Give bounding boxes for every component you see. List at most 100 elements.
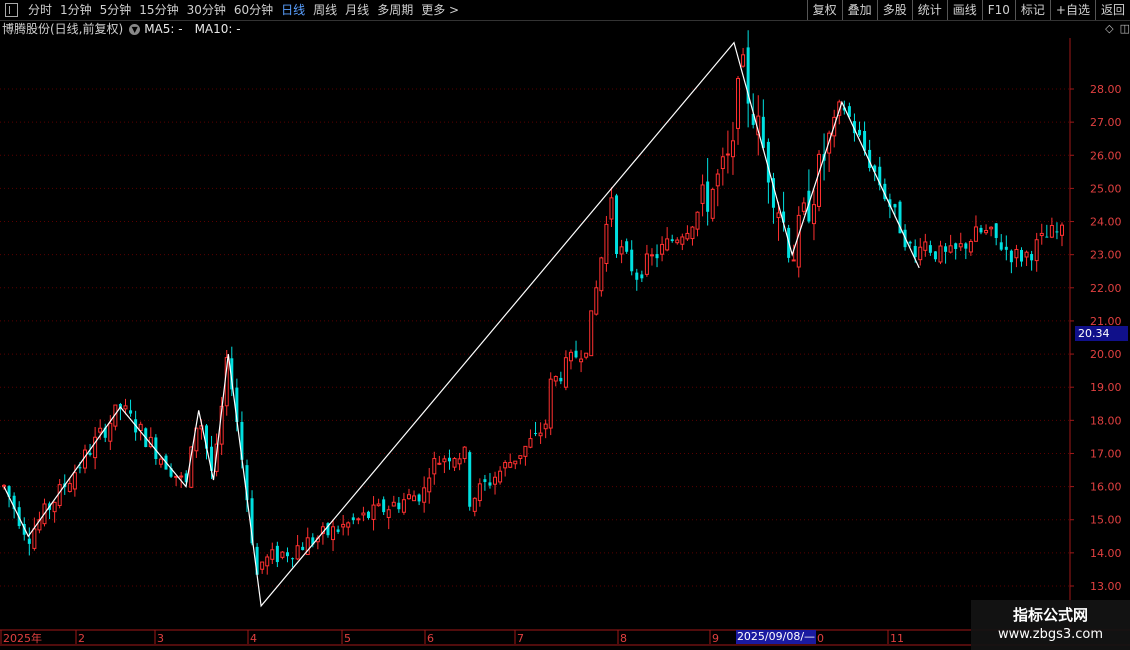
candle-body (301, 546, 305, 551)
candle-body (472, 497, 477, 512)
period-tab[interactable]: 分时 (24, 0, 56, 20)
price-tick-label: 14.00 (1090, 547, 1122, 560)
candle-body (660, 243, 665, 255)
candle-body (442, 458, 447, 463)
candle-body (27, 538, 31, 544)
candle-body (609, 197, 614, 220)
candle-body (503, 462, 508, 469)
candle-body (817, 153, 822, 207)
chart-controls: ◇ ◫ (1105, 22, 1130, 35)
date-tick-label: 2 (78, 632, 85, 645)
toolbar-action-button[interactable]: 叠加 (841, 0, 877, 20)
candle-body (260, 561, 265, 570)
period-tab[interactable]: 15分钟 (135, 0, 182, 20)
candle-body (488, 482, 492, 486)
candle-body (968, 240, 973, 253)
candle-body (584, 352, 589, 358)
candle-body (493, 476, 498, 485)
candle-body (432, 458, 437, 475)
stock-title: 博腾股份(日线,前复权) (2, 22, 124, 36)
candle-body (1034, 239, 1039, 262)
candle-body (2, 484, 6, 488)
toolbar-action-button[interactable]: 统计 (911, 0, 947, 20)
candle-body (1024, 251, 1029, 258)
period-tab[interactable]: 日线 (277, 0, 309, 20)
candle-body (397, 502, 401, 510)
candle-body (417, 494, 421, 502)
candle-body (715, 173, 720, 187)
toolbar-action-button[interactable]: 复权 (806, 0, 842, 20)
candle-body (1014, 248, 1019, 259)
candle-body (568, 351, 573, 362)
chevron-down-icon[interactable]: ▼ (129, 23, 141, 35)
period-tab[interactable]: 30分钟 (183, 0, 230, 20)
candle-body (98, 427, 103, 433)
candle-body (336, 529, 340, 532)
diamond-icon[interactable]: ◇ (1105, 22, 1113, 35)
candle-body (361, 512, 366, 516)
layout-toggle-icon[interactable] (5, 3, 18, 17)
candle-body (994, 223, 998, 238)
candle-body (908, 241, 912, 244)
candle-body (665, 238, 670, 251)
toolbar-action-button[interactable]: 返回 (1094, 0, 1130, 20)
candle-body (538, 432, 543, 437)
candle-body (858, 129, 862, 136)
candle-body (401, 499, 406, 513)
period-tab[interactable]: 更多 > (417, 0, 463, 20)
candle-body (811, 204, 816, 225)
candle-body (447, 457, 451, 462)
toolbar-action-button[interactable]: F10 (981, 0, 1015, 20)
price-tick-label: 19.00 (1090, 381, 1122, 394)
price-tick-label: 13.00 (1090, 580, 1122, 593)
candle-body (391, 501, 396, 507)
candle-body (270, 549, 275, 560)
candle-body (371, 504, 376, 520)
period-tab[interactable]: 月线 (341, 0, 373, 20)
price-tick-label: 15.00 (1090, 514, 1122, 527)
date-tick-label: 3 (157, 632, 164, 645)
candle-body (589, 310, 594, 357)
candle-body (78, 467, 82, 469)
candle-body (619, 246, 624, 255)
candle-body (604, 223, 609, 264)
period-tabs: 分时 1分钟 5分钟 15分钟 30分钟 60分钟 日线 周线 月线 多周期 更多 > (0, 0, 463, 20)
candle-body (973, 226, 978, 242)
candlestick-chart[interactable]: 28.0027.0026.0025.0024.0023.0022.0021.00… (0, 0, 1130, 650)
candle-body (437, 462, 442, 465)
date-tick-label: 11 (890, 632, 904, 645)
candle-body (452, 458, 457, 468)
candle-body (295, 545, 300, 560)
candle-body (518, 455, 523, 459)
candle-body (655, 254, 659, 259)
candle-body (964, 243, 968, 249)
candle-body (706, 181, 710, 212)
toolbar-action-button[interactable]: +自选 (1049, 0, 1095, 20)
period-tab[interactable]: 周线 (309, 0, 341, 20)
candle-body (1030, 254, 1034, 261)
toolbar-action-button[interactable]: 标记 (1014, 0, 1050, 20)
period-tab[interactable]: 1分钟 (56, 0, 96, 20)
candle-body (710, 188, 715, 219)
candle-body (958, 243, 963, 248)
period-tab[interactable]: 5分钟 (96, 0, 136, 20)
watermark: 指标公式网 www.zbgs3.com (971, 600, 1130, 650)
candle-body (108, 422, 113, 442)
period-tab[interactable]: 60分钟 (230, 0, 277, 20)
candle-body (954, 243, 958, 249)
toolbar-action-button[interactable]: 多股 (876, 0, 912, 20)
selected-date-tag: 2025/09/08/— (736, 630, 816, 644)
price-tick-label: 20.00 (1090, 348, 1122, 361)
toolbar-action-button[interactable]: 画线 (946, 0, 982, 20)
candle-body (356, 518, 361, 521)
price-tick-label: 28.00 (1090, 83, 1122, 96)
candle-body (594, 287, 599, 315)
period-tab[interactable]: 多周期 (373, 0, 417, 20)
candle-body (534, 433, 538, 435)
candle-body (346, 522, 351, 528)
watermark-url: www.zbgs3.com (997, 627, 1104, 642)
date-tick-label: 8 (620, 632, 627, 645)
panel-toggle-icon[interactable]: ◫ (1120, 22, 1130, 35)
candle-body (615, 195, 619, 255)
candle-body (1049, 225, 1054, 238)
